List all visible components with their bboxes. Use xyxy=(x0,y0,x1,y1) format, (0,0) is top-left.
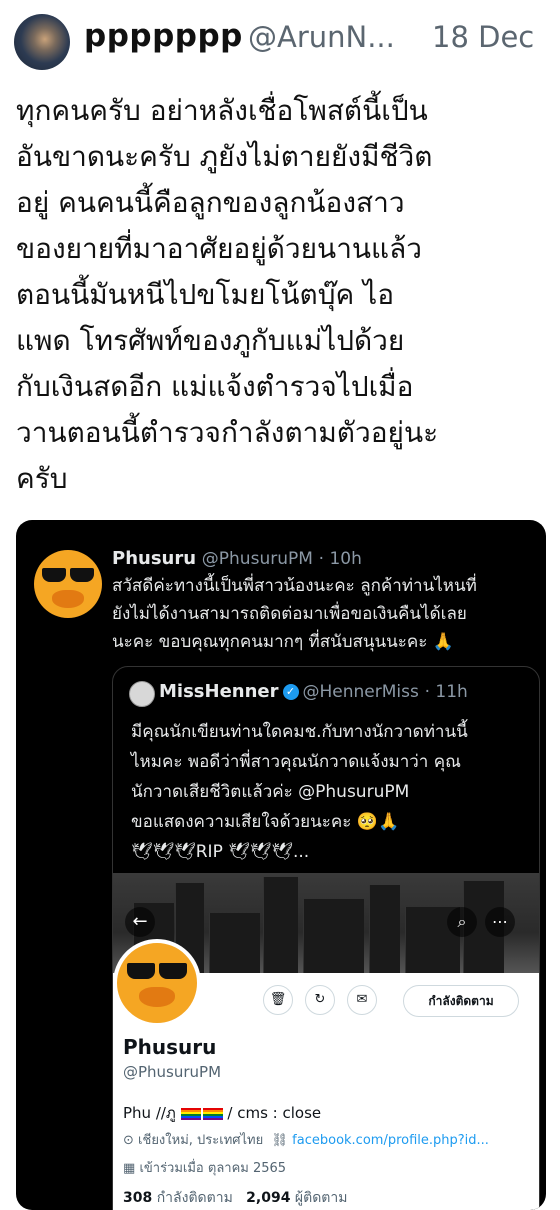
tweet-text: ทุกคนครับ อย่าหลังเชื่อโพสต์นี้เป็น อันข… xyxy=(16,94,439,495)
calendar-icon: ▦ xyxy=(123,1161,136,1176)
building-shape xyxy=(209,913,260,973)
verified-icon: ✓ xyxy=(282,684,299,700)
refresh-icon[interactable]: ↻ xyxy=(305,985,335,1015)
user-handle[interactable]: @ArunN... xyxy=(248,20,395,54)
building-shape xyxy=(263,877,298,973)
profile-name: Phusuru xyxy=(123,1035,217,1059)
link-icon: ⛓ xyxy=(271,1133,289,1148)
tweet-header: ppppppp @ArunN... 18 Dec xyxy=(0,0,560,86)
joined-text: เข้าร่วมเมื่อ ตุลาคม 2565 xyxy=(139,1161,287,1176)
sunglasses-icon xyxy=(40,568,96,582)
display-name: MissHenner xyxy=(159,681,279,702)
tweet-date[interactable]: 18 Dec xyxy=(432,20,534,54)
avatar xyxy=(34,550,102,618)
building-shape xyxy=(369,885,400,973)
quote-header: MissHenner ✓ @HennerMiss · 11h xyxy=(159,681,468,702)
avatar[interactable] xyxy=(14,14,70,70)
display-name[interactable]: ppppppp xyxy=(84,18,243,54)
duck-icon xyxy=(52,590,84,608)
embedded-screenshot: Phusuru @PhusuruPM · 10h สวัสดีค่ะทางนี้… xyxy=(16,520,546,1210)
search-icon[interactable]: ⌕ xyxy=(447,907,477,937)
profile-joined: ▦ เข้าร่วมเมื่อ ตุลาคม 2565 xyxy=(123,1157,286,1178)
followers-count[interactable]: 2,094 xyxy=(246,1190,290,1206)
post-text: สวัสดีค่ะทางนี้เป็นพี่สาวน้องนะคะ ลูกค้า… xyxy=(112,576,477,652)
quote-text: มีคุณนักเขียนท่านใดคมช.กับทางนักวาดท่านน… xyxy=(131,722,468,862)
quoted-post: MissHenner ✓ @HennerMiss · 11h มีคุณนักเขี… xyxy=(112,666,540,1210)
user-handle: @PhusuruPM xyxy=(201,549,313,569)
following-count[interactable]: 308 xyxy=(123,1190,152,1206)
sunglasses-icon xyxy=(125,963,189,979)
profile-meta: ⊙ เชียงใหม่, ประเทศไทย ⛓ facebook.com/pr… xyxy=(123,1129,489,1150)
rainbow-flag-icon xyxy=(202,1107,223,1120)
following-button[interactable]: กำลังติดตาม xyxy=(403,985,519,1017)
back-arrow-icon[interactable]: ← xyxy=(125,907,155,937)
profile-avatar[interactable] xyxy=(113,939,201,1027)
followers-label[interactable]: ผู้ติดตาม xyxy=(295,1190,348,1206)
building-shape xyxy=(303,899,364,973)
bio-text: Phu //ภู xyxy=(123,1104,176,1122)
profile-handle: @PhusuruPM xyxy=(123,1063,222,1081)
following-label[interactable]: กำลังติดตาม xyxy=(157,1190,233,1206)
bio-text: / cms : close xyxy=(227,1104,322,1122)
rainbow-flag-icon xyxy=(180,1107,201,1120)
user-handle: @HennerMiss xyxy=(302,682,419,702)
post-header: Phusuru @PhusuruPM · 10h xyxy=(112,548,362,569)
avatar xyxy=(129,681,155,707)
delete-icon[interactable]: 🗑 xyxy=(263,985,293,1015)
profile-location: เชียงใหม่, ประเทศไทย xyxy=(138,1133,264,1148)
profile-stats: 308 กำลังติดตาม 2,094 ผู้ติดตาม xyxy=(123,1187,348,1209)
duck-icon xyxy=(139,987,175,1007)
more-icon[interactable]: ⋯ xyxy=(485,907,515,937)
profile-screenshot: ← ⌕ ⋯ 🗑 ↻ ✉ กำลังติดตาม Phusuru @Phusuru… xyxy=(113,873,539,1210)
profile-bio: Phu //ภู / cms : close xyxy=(123,1101,321,1125)
post-time: · 11h xyxy=(424,682,468,702)
location-icon: ⊙ xyxy=(123,1133,134,1148)
mail-icon[interactable]: ✉ xyxy=(347,985,377,1015)
display-name: Phusuru xyxy=(112,548,197,569)
profile-link[interactable]: facebook.com/profile.php?id... xyxy=(292,1133,489,1148)
post-time: · 10h xyxy=(318,549,362,569)
